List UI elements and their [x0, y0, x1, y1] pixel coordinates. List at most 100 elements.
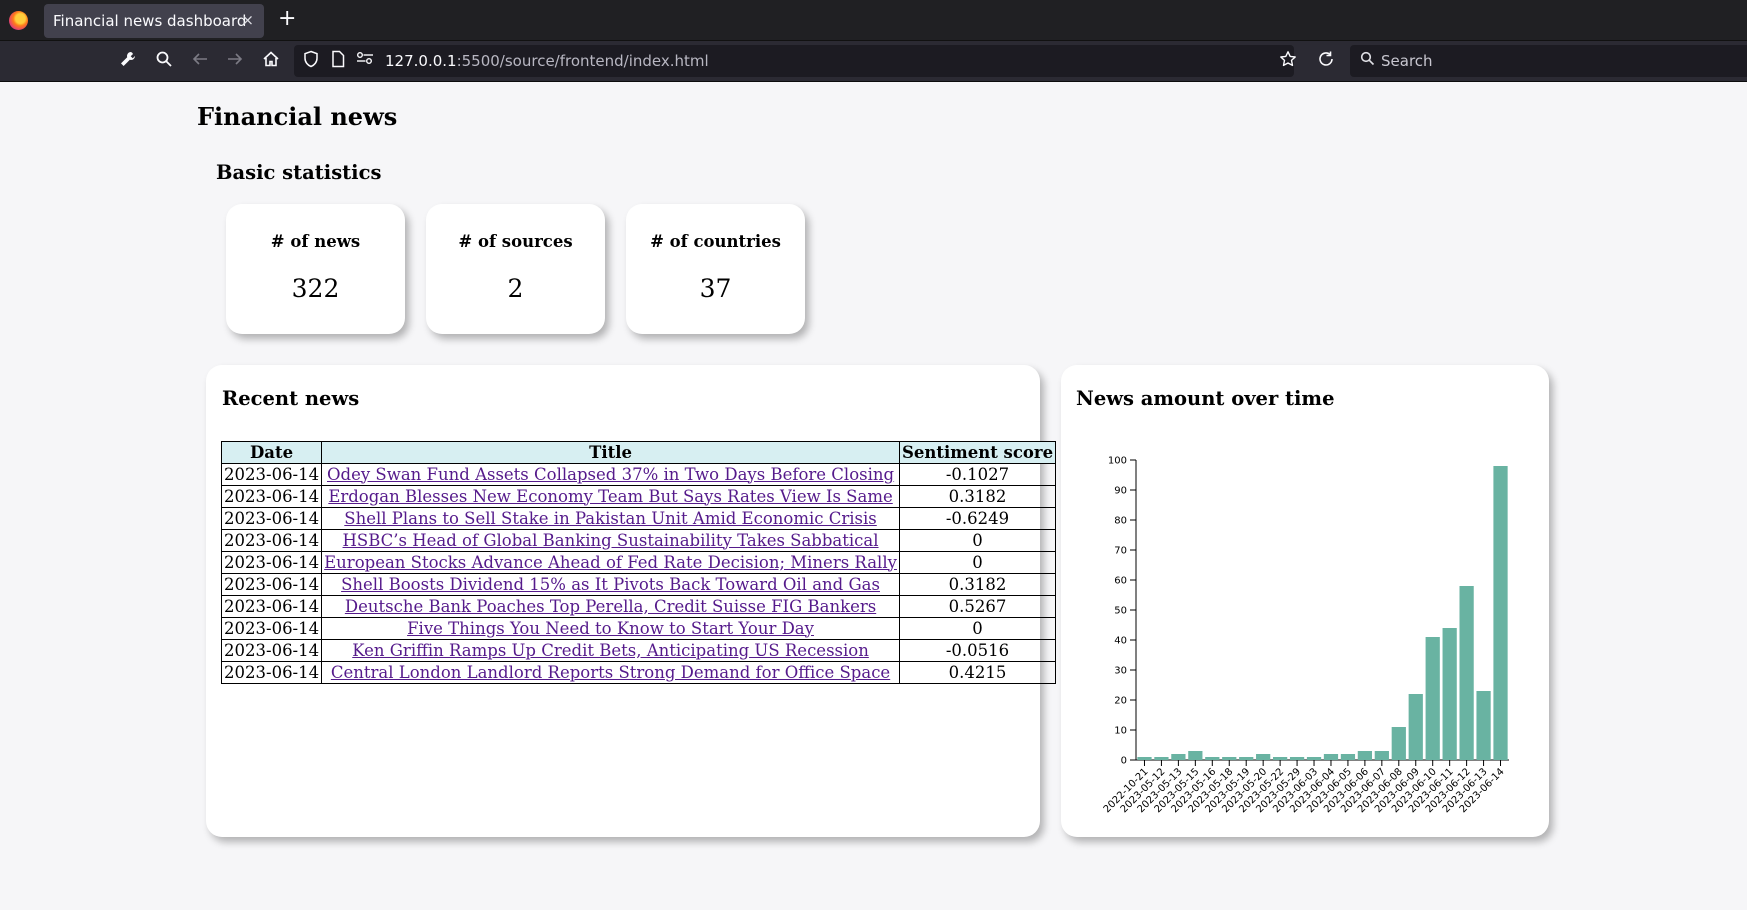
table-row: 2023-06-14 Shell Boosts Dividend 15% as I… [220, 573, 1057, 596]
cell-title: Ken Griffin Ramps Up Credit Bets, Antici… [321, 639, 900, 662]
news-title-link[interactable]: Odey Swan Fund Assets Collapsed 37% in T… [327, 465, 894, 484]
bar[interactable] [1323, 754, 1339, 760]
bar[interactable] [1239, 757, 1254, 760]
bar[interactable] [1205, 757, 1220, 760]
page-content: Financial news Basic statistics # of new… [0, 83, 1747, 910]
stats-section-title: Basic statistics [216, 161, 382, 184]
stat-card-countries: # of countries 37 [626, 204, 805, 334]
table-row: 2023-06-14 Central London Landlord Report… [220, 661, 1057, 684]
url-text[interactable]: 127.0.0.1:5500/source/frontend/index.htm… [385, 52, 709, 70]
bar[interactable] [1306, 757, 1322, 760]
bar[interactable] [1188, 751, 1203, 760]
y-tick-label: 80 [1114, 516, 1127, 527]
bar[interactable] [1442, 628, 1457, 760]
table-row: 2023-06-14 Ken Griffin Ramps Up Credit Be… [220, 639, 1057, 662]
shield-icon[interactable] [301, 50, 321, 70]
cell-title: Deutsche Bank Poaches Top Perella, Credi… [321, 595, 900, 618]
y-tick-label: 10 [1114, 726, 1127, 737]
bar[interactable] [1154, 757, 1169, 760]
url-bar[interactable]: 127.0.0.1:5500/source/frontend/index.htm… [294, 45, 1294, 77]
bar[interactable] [1272, 757, 1288, 760]
back-arrow-icon[interactable] [189, 50, 211, 72]
cell-date: 2023-06-14 [220, 485, 323, 508]
browser-tab[interactable]: Financial news dashboard × [44, 4, 264, 38]
news-title-link[interactable]: European Stocks Advance Ahead of Fed Rat… [324, 553, 897, 572]
table-row: 2023-06-14 HSBC’s Head of Global Banking … [220, 529, 1057, 552]
cell-sentiment: -0.6249 [898, 507, 1057, 530]
bar[interactable] [1171, 754, 1186, 760]
y-tick-label: 100 [1108, 456, 1127, 467]
new-tab-icon[interactable]: + [278, 6, 296, 31]
home-icon[interactable] [260, 50, 282, 72]
column-header-sentiment: Sentiment score [898, 441, 1057, 464]
cell-date: 2023-06-14 [220, 463, 323, 486]
bar[interactable] [1256, 754, 1271, 760]
bar[interactable] [1137, 757, 1152, 760]
bar[interactable] [1391, 727, 1406, 760]
bar[interactable] [1357, 751, 1373, 760]
bar[interactable] [1476, 691, 1491, 760]
cell-date: 2023-06-14 [220, 573, 323, 596]
bar[interactable] [1459, 586, 1474, 760]
bar[interactable] [1493, 466, 1508, 760]
news-title-link[interactable]: Erdogan Blesses New Economy Team But Say… [328, 487, 892, 506]
page-icon[interactable] [328, 50, 348, 70]
table-row: 2023-06-14 Shell Plans to Sell Stake in P… [220, 507, 1057, 530]
table-row: 2023-06-14 Five Things You Need to Know t… [220, 617, 1057, 640]
bar[interactable] [1340, 754, 1356, 760]
cell-title: HSBC’s Head of Global Banking Sustainabi… [321, 529, 900, 552]
wrench-icon[interactable] [117, 50, 139, 72]
y-tick-label: 70 [1114, 546, 1127, 557]
bar[interactable] [1425, 637, 1440, 760]
bookmark-star-icon[interactable] [1277, 50, 1299, 72]
y-tick-label: 40 [1114, 636, 1127, 647]
y-tick-label: 30 [1114, 666, 1127, 677]
stat-card-sources: # of sources 2 [426, 204, 605, 334]
cell-title: Erdogan Blesses New Economy Team But Say… [321, 485, 900, 508]
bar[interactable] [1408, 694, 1423, 760]
cell-date: 2023-06-14 [220, 507, 323, 530]
permissions-icon[interactable] [355, 50, 375, 70]
url-path: :5500/source/frontend/index.html [456, 52, 709, 70]
stat-card-news: # of news 322 [226, 204, 405, 334]
cell-sentiment: 0 [898, 551, 1057, 574]
cell-sentiment: 0 [898, 617, 1057, 640]
table-row: 2023-06-14 Erdogan Blesses New Economy Te… [220, 485, 1057, 508]
tab-title: Financial news dashboard [53, 12, 247, 30]
y-tick-label: 0 [1121, 756, 1127, 767]
bar[interactable] [1374, 751, 1389, 760]
news-title-link[interactable]: Shell Plans to Sell Stake in Pakistan Un… [344, 509, 876, 528]
news-title-link[interactable]: Five Things You Need to Know to Start Yo… [407, 619, 814, 638]
news-title-link[interactable]: Deutsche Bank Poaches Top Perella, Credi… [345, 597, 876, 616]
recent-news-panel: Recent news Date Title Sentiment score 2… [206, 365, 1057, 837]
y-tick-label: 20 [1114, 696, 1127, 707]
bar[interactable] [1289, 757, 1305, 760]
y-tick-label: 50 [1114, 606, 1127, 617]
reload-icon[interactable] [1315, 50, 1337, 72]
cell-date: 2023-06-14 [220, 529, 323, 552]
cell-title: European Stocks Advance Ahead of Fed Rat… [321, 551, 900, 574]
news-chart-panel: News amount over time 0 10 20 30 40 50 60 70 80 9… [1061, 365, 1549, 837]
zoom-search-icon[interactable] [153, 50, 175, 72]
tab-close-icon[interactable]: × [241, 11, 254, 29]
cell-sentiment: 0.4215 [898, 661, 1057, 684]
search-bar[interactable]: Search [1350, 45, 1747, 77]
firefox-logo-icon[interactable] [9, 11, 28, 30]
recent-news-title: Recent news [222, 387, 360, 410]
news-title-link[interactable]: Central London Landlord Reports Strong D… [331, 663, 890, 682]
browser-nav-bar: 127.0.0.1:5500/source/frontend/index.htm… [0, 41, 1747, 82]
search-placeholder[interactable]: Search [1381, 52, 1433, 70]
news-title-link[interactable]: Shell Boosts Dividend 15% as It Pivots B… [341, 575, 880, 594]
stat-value: 37 [699, 274, 732, 303]
stat-value: 322 [291, 274, 340, 303]
news-title-link[interactable]: Ken Griffin Ramps Up Credit Bets, Antici… [352, 641, 869, 660]
forward-arrow-icon[interactable] [224, 50, 246, 72]
column-header-title: Title [321, 441, 900, 464]
cell-date: 2023-06-14 [220, 639, 323, 662]
stat-value: 2 [507, 274, 524, 303]
page-title: Financial news [197, 102, 398, 131]
table-row: 2023-06-14 Odey Swan Fund Assets Collapse… [220, 463, 1057, 486]
news-title-link[interactable]: HSBC’s Head of Global Banking Sustainabi… [343, 531, 879, 550]
cell-date: 2023-06-14 [220, 551, 323, 574]
bar[interactable] [1222, 757, 1237, 760]
